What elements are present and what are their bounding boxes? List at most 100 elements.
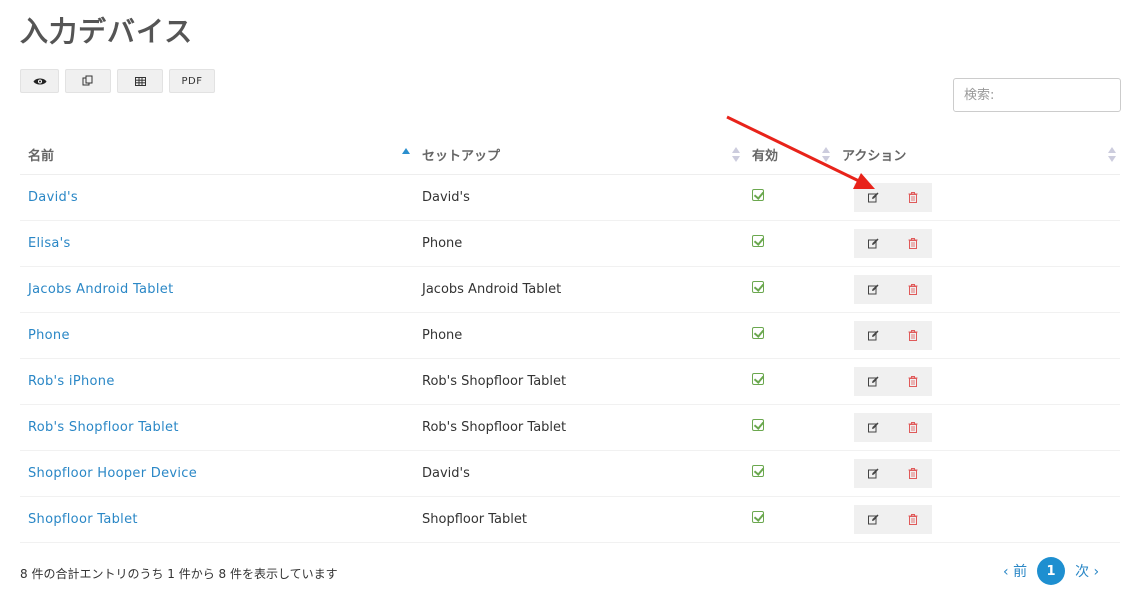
row-actions [854,228,1120,258]
checked-icon [752,465,764,477]
device-setup: David's [422,189,470,205]
edit-button[interactable] [854,458,893,488]
view-button[interactable] [20,69,59,93]
device-setup-cell: Rob's Shopfloor Tablet [414,404,744,451]
device-name-cell: Phone [20,312,414,359]
header-name-label: 名前 [28,149,55,165]
header-name[interactable]: 名前 [20,136,414,175]
device-active-cell [744,312,834,359]
pdf-button[interactable]: PDF [169,69,215,93]
table-body: David's David's Elisa's Phone Jacobs Android… [20,174,1120,543]
pagination: ‹ 前 1 次 › [1003,557,1099,585]
device-name-link[interactable]: Jacobs Android Tablet [28,282,173,297]
copy-icon [82,75,93,86]
prev-page-link[interactable]: ‹ 前 [1003,561,1027,581]
device-name-link[interactable]: Rob's Shopfloor Tablet [28,420,179,435]
trash-icon [908,329,917,341]
trash-icon [908,375,917,387]
device-actions-cell [834,312,1120,359]
sort-ascending-icon [402,148,410,164]
edit-icon [868,422,879,432]
next-page-link[interactable]: 次 › [1075,561,1099,581]
search-input[interactable] [953,78,1121,112]
edit-button[interactable] [854,504,893,534]
table-row: Elisa's Phone [20,220,1120,267]
trash-icon [908,191,917,203]
device-setup: Phone [422,235,463,251]
device-name-link[interactable]: Elisa's [28,236,71,251]
delete-button[interactable] [893,320,932,350]
device-setup: David's [422,465,470,481]
annotation-arrow [726,115,875,189]
checked-icon [752,281,764,293]
sort-icon [1108,147,1116,163]
trash-icon [908,421,917,433]
device-name-link[interactable]: Rob's iPhone [28,374,115,389]
row-actions [854,274,1120,304]
device-setup-cell: Phone [414,312,744,359]
device-setup-cell: Shopfloor Tablet [414,496,744,543]
table-row: Rob's iPhone Rob's Shopfloor Tablet [20,358,1120,405]
device-setup-cell: Jacobs Android Tablet [414,266,744,313]
delete-button[interactable] [893,366,932,396]
edit-button[interactable] [854,320,893,350]
edit-icon [868,330,879,340]
edit-icon [868,514,879,524]
next-label: 次 [1075,564,1090,580]
page-1-button[interactable]: 1 [1037,557,1066,585]
delete-button[interactable] [893,274,932,304]
table-icon [134,76,146,86]
row-actions [854,504,1120,534]
device-name-link[interactable]: Shopfloor Hooper Device [28,466,197,481]
trash-icon [908,467,917,479]
device-active-cell [744,220,834,267]
table-row: Shopfloor Hooper Device David's [20,450,1120,497]
edit-icon [868,284,879,294]
delete-button[interactable] [893,182,932,212]
eye-icon [33,78,46,84]
row-actions [854,320,1120,350]
device-name-link[interactable]: Shopfloor Tablet [28,512,138,527]
trash-icon [908,283,917,295]
checked-icon [752,327,764,339]
device-setup: Rob's Shopfloor Tablet [422,419,567,435]
delete-button[interactable] [893,504,932,534]
page-title: 入力デバイス [20,15,194,48]
device-setup: Jacobs Android Tablet [422,281,562,297]
device-name-cell: Rob's Shopfloor Tablet [20,404,414,451]
device-name-link[interactable]: David's [28,190,78,205]
edit-button[interactable] [854,412,893,442]
device-actions-cell [834,220,1120,267]
edit-button[interactable] [854,366,893,396]
device-setup-cell: David's [414,174,744,221]
row-actions [854,458,1120,488]
device-actions-cell [834,450,1120,497]
entries-info: 8 件の合計エントリのうち 1 件から 8 件を表示しています [20,567,338,581]
edit-button[interactable] [854,228,893,258]
device-name-cell: Rob's iPhone [20,358,414,405]
delete-button[interactable] [893,228,932,258]
delete-button[interactable] [893,412,932,442]
edit-button[interactable] [854,274,893,304]
device-active-cell [744,450,834,497]
device-setup: Shopfloor Tablet [422,511,527,527]
copy-button[interactable] [65,69,111,93]
device-actions-cell [834,266,1120,313]
trash-icon [908,513,917,525]
table-row: David's David's [20,174,1120,221]
delete-button[interactable] [893,458,932,488]
device-name-cell: David's [20,174,414,221]
header-setup[interactable]: セットアップ [414,136,744,175]
table-row: Shopfloor Tablet Shopfloor Tablet [20,496,1120,543]
checked-icon [752,235,764,247]
checked-icon [752,511,764,523]
excel-button[interactable] [117,69,163,93]
device-actions-cell [834,404,1120,451]
checked-icon [752,373,764,385]
device-name-link[interactable]: Phone [28,328,70,343]
device-actions-cell [834,496,1120,543]
device-name-cell: Shopfloor Hooper Device [20,450,414,497]
device-actions-cell [834,358,1120,405]
devices-table: 名前 セットアップ 有効 アクション David's David's Elisa's… [20,136,1120,543]
row-actions [854,412,1120,442]
